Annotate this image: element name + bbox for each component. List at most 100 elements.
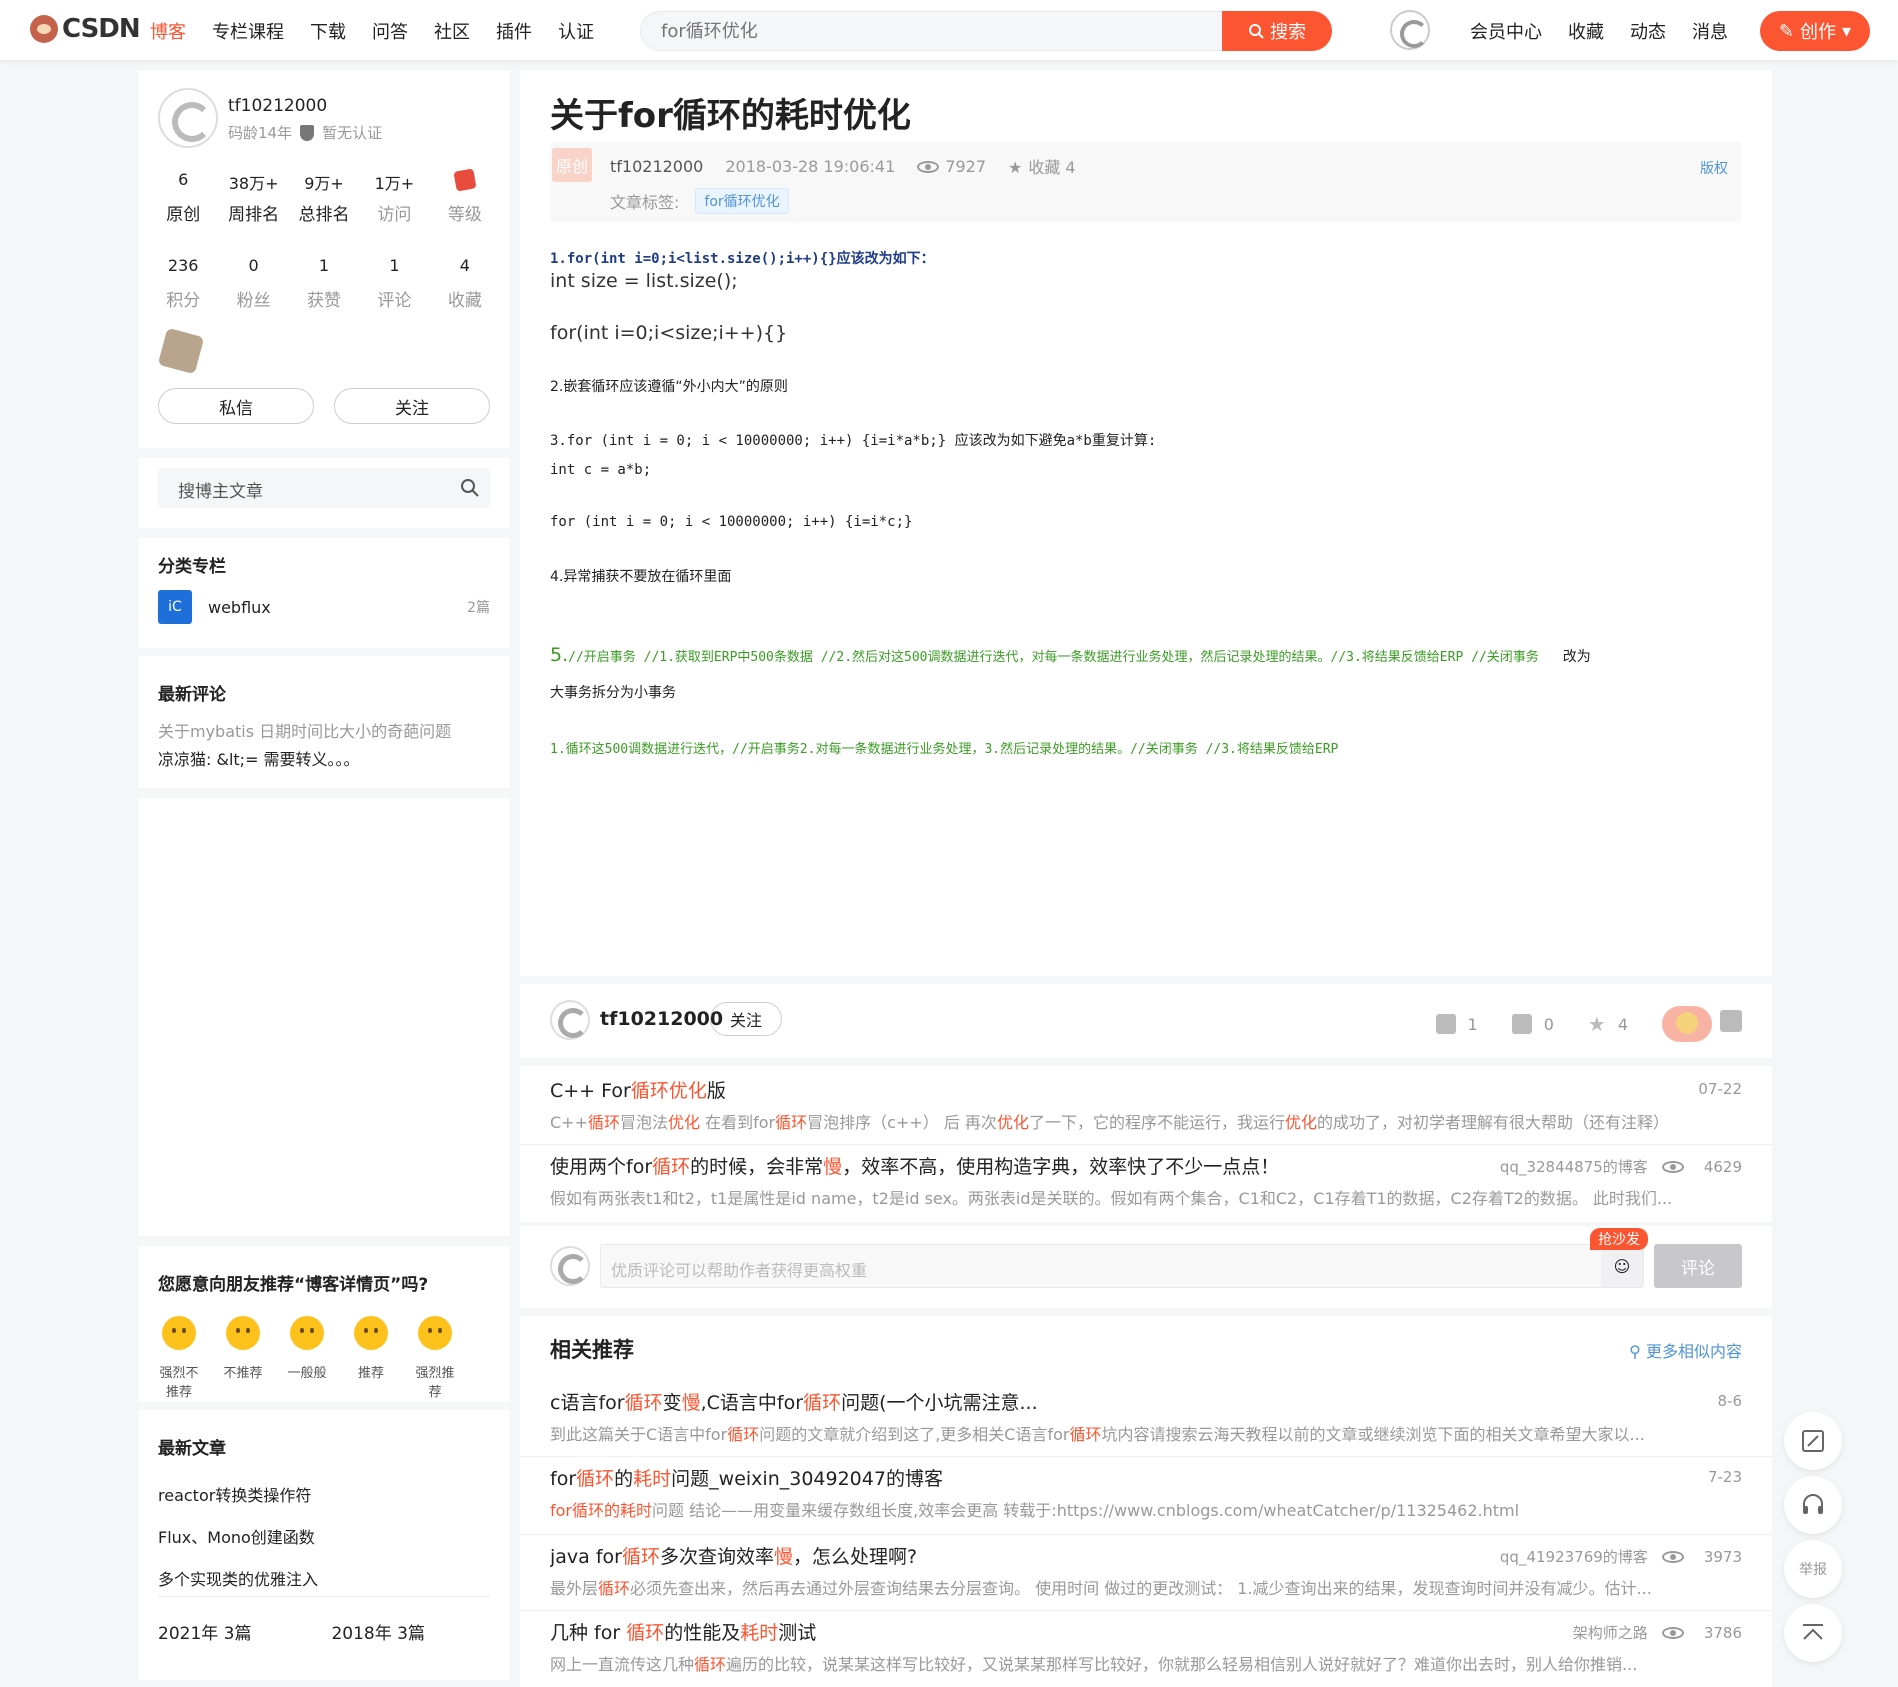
archive-2018[interactable]: 2018年 3篇 — [331, 1619, 424, 1644]
latest-article-link[interactable]: Flux、Mono创建函数 — [158, 1524, 315, 1548]
nav-cert[interactable]: 认证 — [558, 18, 594, 44]
related-item[interactable]: for循环的耗时问题_weixin_30492047的博客 for循环的耗时问题… — [550, 1464, 1742, 1521]
related-meta: qq_41923769的博客 3973 — [1499, 1547, 1742, 1567]
comment-box: 优质评论可以帮助作者获得更高权重 ☺ 抢沙发 评论 — [520, 1226, 1772, 1308]
option-not[interactable]: 不推荐 — [220, 1316, 266, 1400]
search-input[interactable] — [661, 20, 1221, 42]
option-strongly-recommend[interactable]: 强烈推荐 — [412, 1316, 458, 1400]
comment-button[interactable]: 0 — [1511, 1014, 1554, 1034]
vip-center-link[interactable]: 会员中心 — [1470, 18, 1542, 44]
copyright-link[interactable]: 版权 — [1700, 158, 1728, 178]
private-message-button[interactable]: 私信 — [158, 388, 314, 424]
related-item[interactable]: 使用两个for循环的时候，会非常慢，效率不高，使用构造字典，效率快了不少一点点！… — [550, 1152, 1742, 1209]
comment-submit-button[interactable]: 评论 — [1654, 1244, 1742, 1288]
article-views: 7927 — [917, 157, 986, 176]
favorite-button[interactable]: ★ 4 — [1588, 1012, 1628, 1036]
create-button[interactable]: ✎ 创作 ▾ — [1760, 11, 1870, 51]
messages-label: 消息 — [1692, 22, 1728, 43]
search-icon — [1249, 24, 1264, 39]
category-card: 分类专栏 iC webflux 2篇 — [138, 538, 510, 648]
headset-icon[interactable] — [1784, 1476, 1842, 1534]
option-recommend[interactable]: 推荐 — [348, 1316, 394, 1400]
separator — [520, 1534, 1772, 1535]
stat-comments: 1 评论 — [377, 256, 412, 311]
content-line-10: 大事务拆分为小事务 — [550, 685, 676, 701]
article-author[interactable]: tf10212000 — [610, 157, 703, 176]
report-button[interactable]: 举报 — [1784, 1540, 1842, 1598]
category-count: 2篇 — [467, 600, 490, 616]
nav-blog[interactable]: 博客 — [150, 18, 186, 44]
blog-search-input[interactable]: 搜博主文章 — [158, 468, 490, 508]
author-name[interactable]: tf10212000 — [600, 1008, 723, 1030]
archive-2021[interactable]: 2021年 3篇 — [158, 1619, 251, 1644]
profile-avatar[interactable] — [158, 88, 218, 148]
author-follow-button[interactable]: 关注 — [710, 1002, 782, 1036]
latest-comments-title: 最新评论 — [158, 685, 226, 705]
share-icon[interactable] — [1720, 1010, 1742, 1032]
author-avatar[interactable] — [550, 1000, 590, 1040]
back-to-top-icon[interactable] — [1784, 1604, 1842, 1662]
latest-article-link[interactable]: reactor转换类操作符 — [158, 1482, 311, 1506]
option-neutral[interactable]: 一般般 — [284, 1316, 330, 1400]
achievement-badge-icon[interactable] — [157, 327, 205, 375]
user-avatar[interactable] — [1390, 10, 1430, 50]
nav-courses[interactable]: 专栏课程 — [212, 18, 284, 44]
follow-button[interactable]: 关注 — [334, 388, 490, 424]
search-icon[interactable] — [450, 468, 490, 508]
nav-community[interactable]: 社区 — [434, 18, 470, 44]
comment-input[interactable]: 优质评论可以帮助作者获得更高权重 ☺ — [600, 1244, 1644, 1288]
nav-download[interactable]: 下载 — [310, 18, 346, 44]
latest-comments-card: 最新评论 关于mybatis 日期时间比大小的奇葩问题 凉凉猫: &lt;= 需… — [138, 656, 510, 788]
author-toolbar: tf10212000 关注 1 0 ★ 4 — [520, 984, 1772, 1058]
more-similar-link[interactable]: ⚲ 更多相似内容 — [1629, 1338, 1742, 1362]
csdn-logo[interactable]: CSDN — [30, 14, 141, 44]
latest-articles-card: 最新文章 reactor转换类操作符 Flux、Mono创建函数 多个实现类的优… — [138, 1410, 510, 1680]
related-item[interactable]: 几种 for 循环的性能及耗时测试 网上一直流传这几种循环遍历的比较，说某某这样… — [550, 1618, 1742, 1675]
category-item[interactable]: iC webflux 2篇 — [158, 590, 490, 624]
related-item[interactable]: C++ For循环优化版 C++循环冒泡法优化 在看到for循环冒泡排序（c++… — [550, 1076, 1742, 1133]
option-strongly-not[interactable]: 强烈不推荐 — [156, 1316, 202, 1400]
blog-search-card: 搜博主文章 — [138, 458, 510, 528]
related-item[interactable]: java for循环多次查询效率慢，怎么处理啊? 最外层循环必须先查出来，然后再… — [550, 1542, 1742, 1599]
related-item[interactable]: c语言for循环变慢,C语言中for循环问题(一个小坑需注意... 到此这篇关于… — [550, 1388, 1742, 1445]
separator — [520, 1610, 1772, 1611]
stat-weekly-rank[interactable]: 38万+ 周排名 — [218, 170, 288, 225]
article-favorites[interactable]: ★ 收藏 4 — [1008, 154, 1076, 178]
content-line-7: for (int i = 0; i < 10000000; i++) {i=i*… — [550, 514, 913, 530]
write-icon[interactable] — [1784, 1412, 1842, 1470]
main-nav: 博客 专栏课程 下载 问答 社区 插件 认证 — [150, 18, 594, 44]
neutral-face-icon — [290, 1316, 324, 1350]
related-list-top: C++ For循环优化版 C++循环冒泡法优化 在看到for循环冒泡排序（c++… — [520, 1066, 1772, 1222]
stat-total-rank[interactable]: 9万+ 总排名 — [289, 170, 359, 225]
latest-article-link[interactable]: 多个实现类的优雅注入 — [158, 1566, 318, 1590]
messages-link[interactable]: 消息 — [1692, 18, 1728, 44]
profile-name[interactable]: tf10212000 — [228, 96, 327, 116]
like-button[interactable]: 1 — [1435, 1014, 1478, 1034]
related-recommend: 相关推荐 ⚲ 更多相似内容 c语言for循环变慢,C语言中for循环问题(一个小… — [520, 1316, 1772, 1687]
article-actions: 1 0 ★ 4 — [1435, 1006, 1712, 1042]
stat-level[interactable]: 等级 — [430, 168, 500, 225]
related-desc: 假如有两张表t1和t2，t1是属性是id name，t2是id sex。两张表i… — [550, 1189, 1673, 1208]
top-right-links: 会员中心 收藏 动态 消息 — [1470, 18, 1728, 44]
survey-options: 强烈不推荐 不推荐 一般般 推荐 强烈推荐 — [156, 1316, 458, 1400]
related-desc: C++循环冒泡法优化 在看到for循环冒泡排序（c++） 后 再次优化了一下，它… — [550, 1113, 1669, 1132]
sofa-badge: 抢沙发 — [1590, 1228, 1648, 1250]
emoji-icon[interactable]: ☺ — [1601, 1245, 1643, 1287]
pen-icon: ✎ — [1778, 20, 1795, 42]
comment-article-link[interactable]: 关于mybatis 日期时间比大小的奇葩问题 — [158, 718, 451, 742]
content-line-1: 1.for(int i=0;i<list.size();i++){}应该改为如下… — [550, 251, 935, 267]
stat-original[interactable]: 6 原创 — [148, 170, 218, 225]
related-desc: for循环的耗时问题 结论——用变量来缓存数组长度,效率会更高 转载于:http… — [550, 1501, 1520, 1520]
cert-status: 暂无认证 — [322, 124, 383, 142]
favorites-link[interactable]: 收藏 — [1568, 18, 1604, 44]
nav-plugin[interactable]: 插件 — [496, 18, 532, 44]
article-tag[interactable]: for循环优化 — [695, 188, 789, 214]
original-tag: 原创 — [552, 148, 592, 182]
nav-qa[interactable]: 问答 — [372, 18, 408, 44]
activity-link[interactable]: 动态 — [1630, 18, 1666, 44]
reward-icon[interactable] — [1662, 1006, 1712, 1042]
content-line-11: 1.循环这500调数据进行迭代，//开启事务2.对每一条数据进行业务处理，3.然… — [550, 742, 1339, 757]
related-meta: 07-22 — [1698, 1080, 1742, 1098]
search-button[interactable]: 搜索 — [1222, 11, 1332, 51]
eye-icon — [1661, 1160, 1684, 1173]
